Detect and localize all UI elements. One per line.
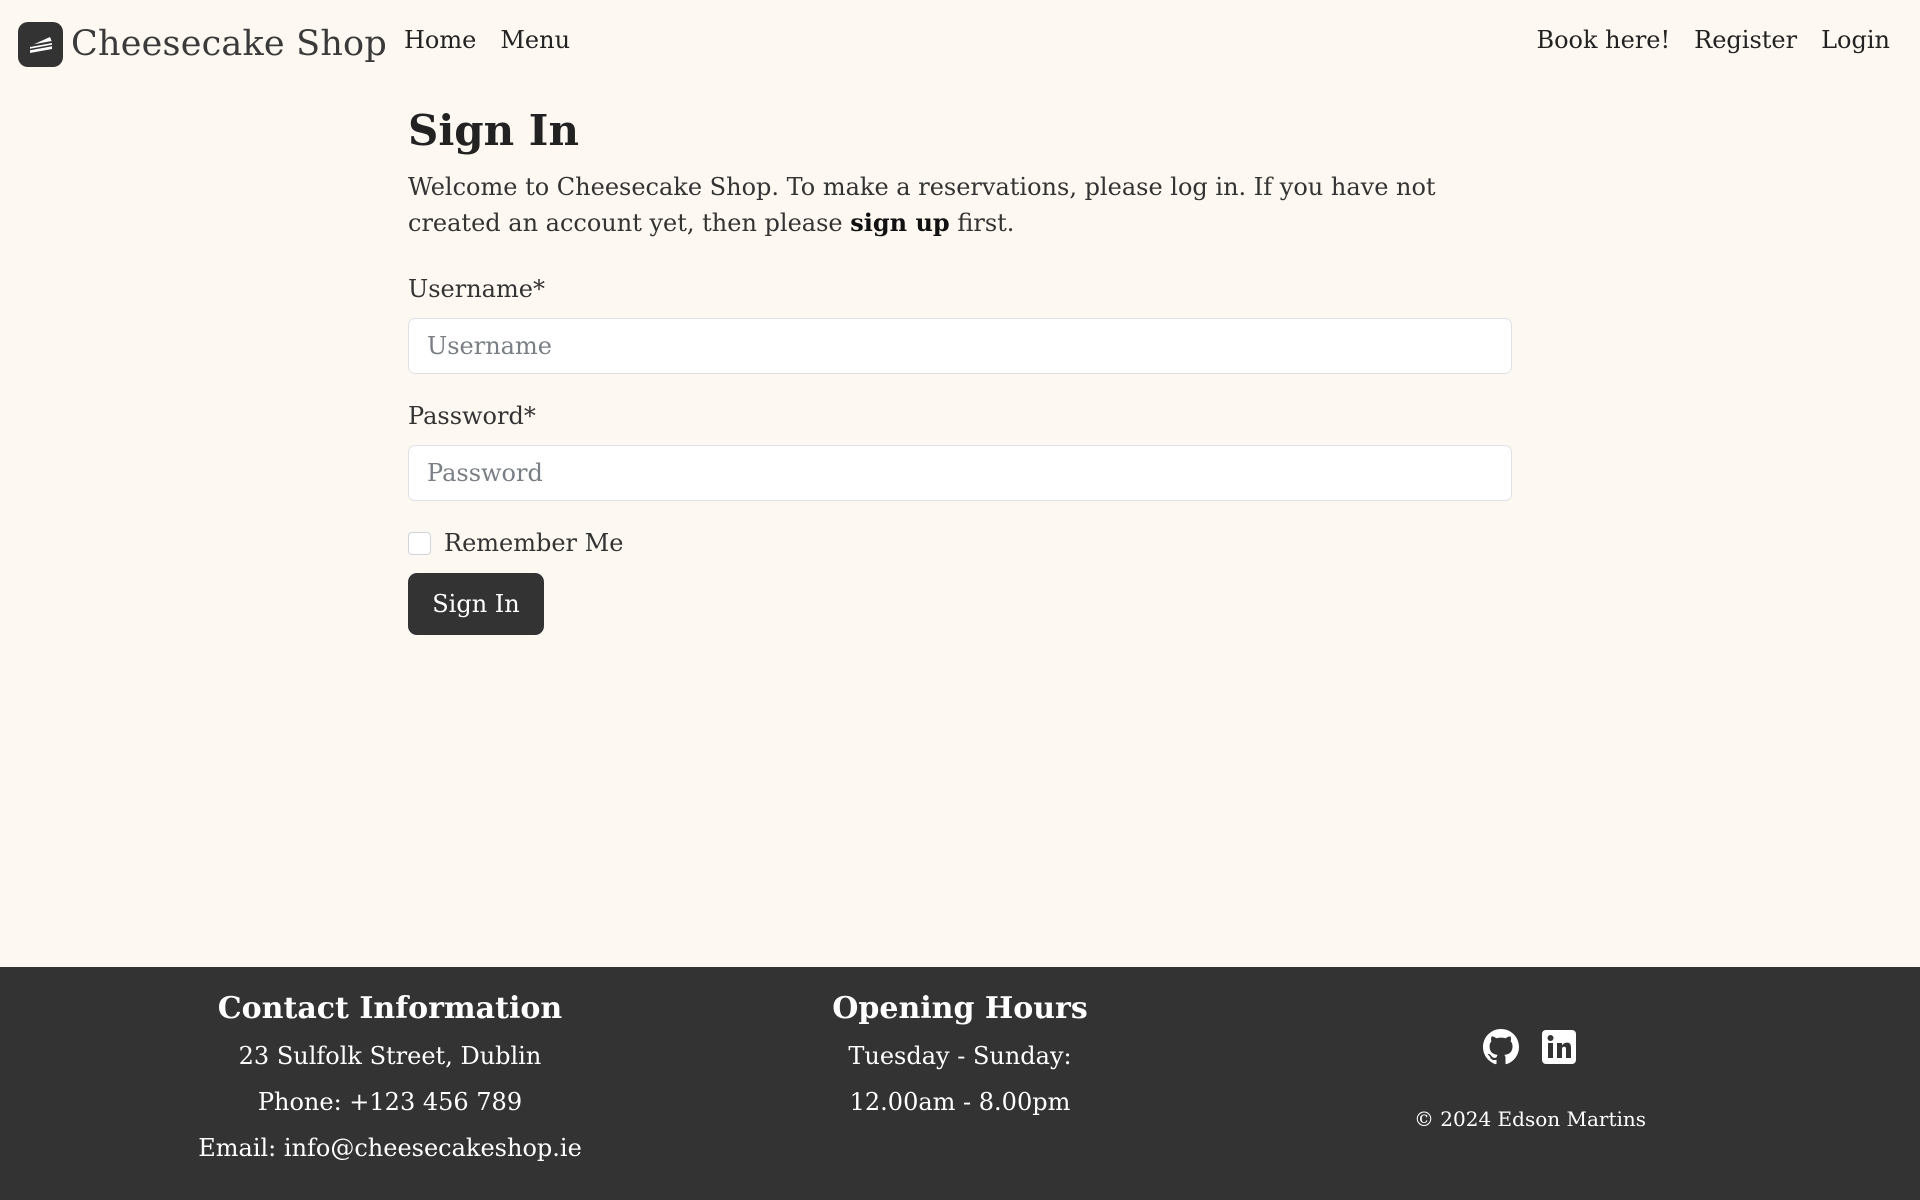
contact-address: 23 Sulfolk Street, Dublin: [238, 1042, 542, 1070]
intro-text: Welcome to Cheesecake Shop. To make a re…: [408, 169, 1508, 241]
page-title: Sign In: [408, 106, 579, 155]
brand-name: Cheesecake Shop: [71, 24, 387, 64]
nav-register-link[interactable]: Register: [1694, 26, 1797, 54]
remember-me-checkbox[interactable]: [408, 531, 431, 555]
footer: Contact Information 23 Sulfolk Street, D…: [0, 967, 1920, 1200]
social-section: © 2024 Edson Martins: [1330, 967, 1730, 1131]
contact-info-section: Contact Information 23 Sulfolk Street, D…: [140, 967, 640, 1171]
password-label: Password*: [408, 402, 536, 430]
nav-home-link[interactable]: Home: [404, 26, 476, 54]
nav-right: Book here! Register Login: [1536, 26, 1890, 54]
contact-phone: Phone: +123 456 789: [257, 1088, 523, 1116]
nav-book-link[interactable]: Book here!: [1536, 26, 1670, 54]
password-input[interactable]: [408, 445, 1512, 501]
cake-slice-icon: [18, 21, 63, 67]
contact-title: Contact Information: [217, 991, 563, 1026]
github-icon[interactable]: [1483, 1029, 1519, 1065]
sign-up-link[interactable]: sign up: [850, 208, 949, 237]
intro-after: first.: [957, 209, 1015, 237]
sign-in-button[interactable]: Sign In: [408, 573, 544, 635]
navbar: Cheesecake Shop Home Menu Book here! Reg…: [0, 0, 1920, 84]
hours-days: Tuesday - Sunday:: [848, 1042, 1072, 1070]
username-input[interactable]: [408, 318, 1512, 374]
copyright: © 2024 Edson Martins: [1413, 1107, 1647, 1131]
remember-me-row: Remember Me: [408, 529, 1512, 557]
hours-title: Opening Hours: [832, 991, 1088, 1026]
nav-login-link[interactable]: Login: [1821, 26, 1890, 54]
contact-email: Email: info@cheesecakeshop.ie: [198, 1134, 582, 1162]
linkedin-icon[interactable]: [1541, 1029, 1577, 1065]
nav-menu-link[interactable]: Menu: [500, 26, 570, 54]
main-content: Sign In Welcome to Cheesecake Shop. To m…: [408, 106, 1512, 635]
opening-hours-section: Opening Hours Tuesday - Sunday: 12.00am …: [760, 967, 1160, 1125]
login-form: Username* Password* Remember Me Sign In: [408, 275, 1512, 635]
hours-times: 12.00am - 8.00pm: [849, 1088, 1071, 1116]
brand-link[interactable]: Cheesecake Shop: [18, 21, 387, 67]
username-label: Username*: [408, 275, 545, 303]
remember-me-label[interactable]: Remember Me: [444, 529, 623, 557]
social-icons: [1330, 1029, 1730, 1065]
nav-left: Home Menu: [404, 26, 570, 54]
